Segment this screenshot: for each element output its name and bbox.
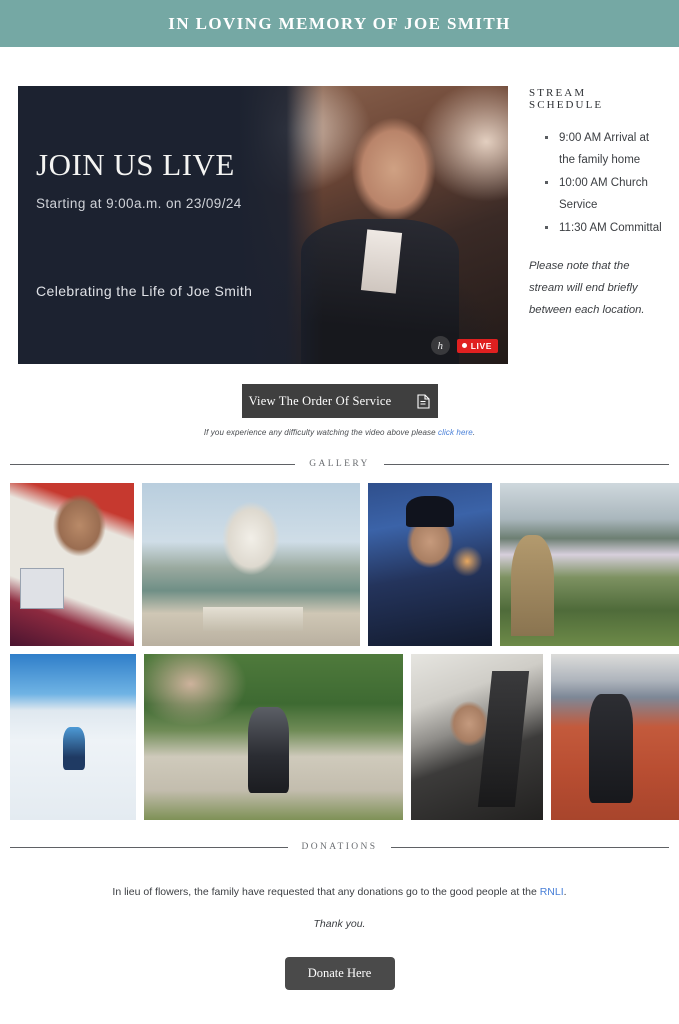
gallery-image-lakeside-hillside[interactable] [500,483,679,646]
donate-here-button[interactable]: Donate Here [284,957,395,990]
charity-link[interactable]: RNLI [540,886,564,898]
help-text-before: If you experience any difficulty watchin… [203,428,439,437]
donations-copy: In lieu of flowers, the family have requ… [0,886,679,898]
donations-divider-label: DONATIONS [301,842,378,852]
stream-schedule: STREAM SCHEDULE 9:00 AM Arrival at the f… [508,86,679,321]
stream-help-link[interactable]: click here [438,428,473,437]
gallery-image-road-race-running[interactable] [144,654,404,820]
hero-celebrating-text: Celebrating the Life of Joe Smith [36,283,253,300]
donations-divider: DONATIONS [10,842,669,852]
memorial-header: IN LOVING MEMORY OF JOE SMITH [0,0,679,47]
donations-section: In lieu of flowers, the family have requ… [0,886,679,990]
order-of-service-block: View The Order Of Service If you experie… [0,384,679,437]
stream-schedule-note: Please note that the stream will end bri… [529,260,645,317]
page-title: IN LOVING MEMORY OF JOE SMITH [168,13,511,33]
live-label: LIVE [470,340,492,351]
donations-copy-after: . [563,886,567,898]
divider-line-left [10,463,296,465]
live-dot-icon [461,343,467,348]
help-text-after: . [472,428,476,437]
hero-copy: JOIN US LIVE Starting at 9:00a.m. on 23/… [36,147,306,300]
video-badges: h LIVE [430,336,498,355]
gallery-image-uniform-portrait[interactable] [367,483,493,646]
divider-line-right [391,846,669,848]
gallery-image-childhood-portrait[interactable] [10,483,135,646]
document-icon [417,393,430,409]
hero-photo-shirt [360,228,403,294]
view-order-of-service-button[interactable]: View The Order Of Service [241,384,438,418]
schedule-item: 9:00 AM Arrival at the family home [545,127,663,172]
gallery-divider: GALLERY [10,459,670,469]
gallery-image-skiing-slope[interactable] [10,654,137,820]
divider-line-left [10,846,288,848]
gallery-row [0,654,679,820]
brand-logo-icon: h [430,336,450,355]
photo-gallery [0,483,679,820]
stream-schedule-heading: STREAM SCHEDULE [529,87,604,111]
schedule-item: 10:00 AM Church Service [545,172,663,217]
schedule-item: 11:30 AM Committal [545,217,663,239]
hero-title: JOIN US LIVE [36,147,235,182]
live-status-badge: LIVE [456,338,498,353]
gallery-image-athletics-track[interactable] [550,654,679,820]
hero-subtitle: Starting at 9:00a.m. on 23/09/24 [36,196,242,212]
donations-thanks: Thank you. [313,918,366,930]
hero-section: JOIN US LIVE Starting at 9:00a.m. on 23/… [0,47,679,364]
gallery-image-car-passenger-seat[interactable] [411,654,543,820]
stream-schedule-list: 9:00 AM Arrival at the family home 10:00… [545,127,663,239]
gallery-divider-label: GALLERY [309,459,370,469]
live-stream-player[interactable]: JOIN US LIVE Starting at 9:00a.m. on 23/… [18,86,508,364]
gallery-image-taj-mahal-visit[interactable] [142,483,360,646]
stream-help-text: If you experience any difficulty watchin… [0,428,679,437]
order-of-service-label: View The Order Of Service [248,393,392,408]
gallery-row [0,483,679,646]
donations-copy-before: In lieu of flowers, the family have requ… [112,886,540,898]
divider-line-right [383,463,670,465]
